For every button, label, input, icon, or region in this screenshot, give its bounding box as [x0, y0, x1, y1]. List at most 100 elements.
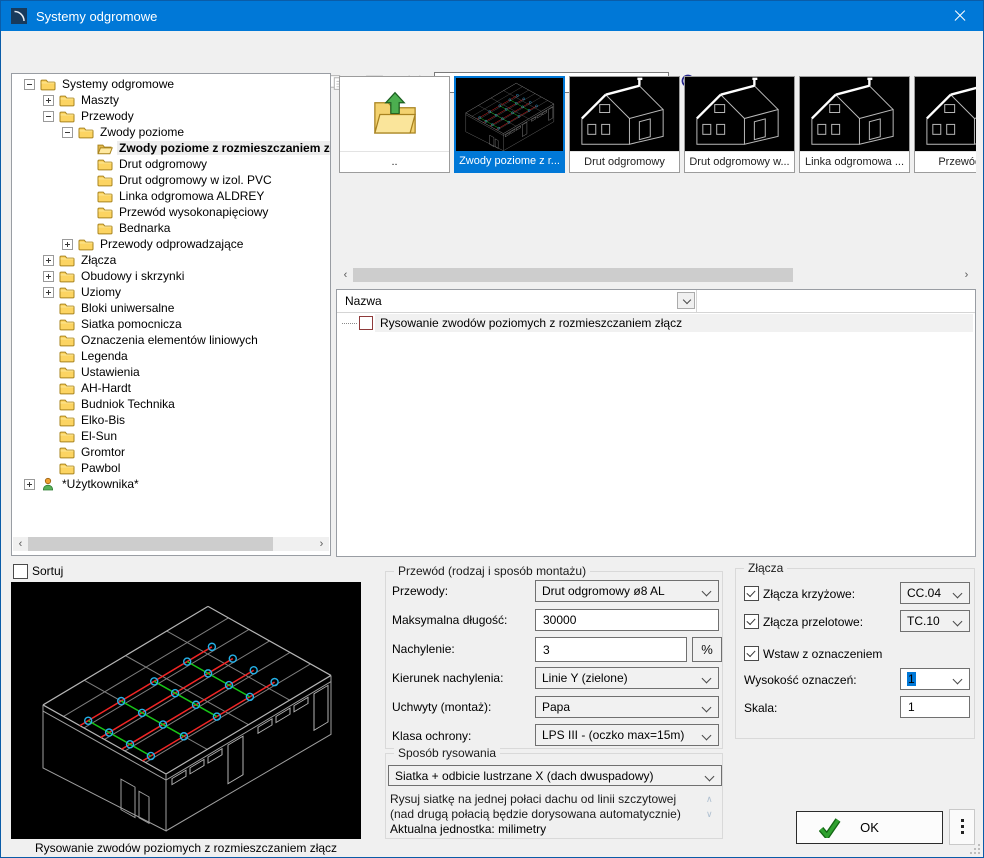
- list-header[interactable]: Nazwa: [337, 290, 975, 313]
- thumbnail-drut-odgromowy[interactable]: Drut odgromowy: [569, 76, 680, 173]
- group-przewod-title: Przewód (rodzaj i sposób montażu): [394, 564, 590, 578]
- tree-item-budniok-technika[interactable]: Budniok Technika: [12, 396, 330, 412]
- zlacza-krzyzowe-label: Złącza krzyżowe:: [763, 587, 855, 601]
- sposob-rysowania-select[interactable]: Siatka + odbicie lustrzane X (dach dwusp…: [388, 765, 722, 786]
- scroll-right-icon[interactable]: ›: [314, 537, 329, 551]
- skala-field[interactable]: [906, 699, 971, 715]
- dlugosc-field[interactable]: [541, 612, 709, 628]
- thumbnail-zwody-poziome[interactable]: Zwody poziome z r...: [454, 76, 565, 173]
- expand-icon[interactable]: [43, 271, 54, 282]
- scroll-left-icon[interactable]: ‹: [13, 537, 28, 551]
- folder-icon: [97, 189, 113, 203]
- percent-button[interactable]: %: [692, 637, 722, 662]
- scroll-right-icon[interactable]: ›: [959, 268, 974, 282]
- drawing-description: Rysuj siatkę na jednej połaci dachu od l…: [390, 792, 698, 822]
- expand-icon[interactable]: [43, 287, 54, 298]
- tree-item-zwody-poziome[interactable]: Zwody poziome: [12, 124, 330, 140]
- tree-item-systemy-odgromowe[interactable]: Systemy odgromowe: [12, 76, 330, 92]
- expand-icon[interactable]: [43, 255, 54, 266]
- expand-icon[interactable]: [43, 95, 54, 106]
- group-rysowanie-title: Sposób rysowania: [394, 746, 500, 760]
- tree-horizontal-scrollbar[interactable]: ‹ ›: [13, 537, 329, 551]
- tree-item-zwody-poziome-z-rozmieszczaniem[interactable]: Zwody poziome z rozmieszczaniem złącz: [12, 140, 330, 156]
- more-options-button[interactable]: [949, 809, 975, 845]
- folder-icon: [59, 349, 75, 363]
- sort-checkbox[interactable]: [13, 564, 28, 579]
- scrollbar-thumb[interactable]: [28, 537, 273, 551]
- tree-item-obudowy[interactable]: Obudowy i skrzynki: [12, 268, 330, 284]
- tree-item-uziomy[interactable]: Uziomy: [12, 284, 330, 300]
- folder-icon: [59, 445, 75, 459]
- collapse-icon[interactable]: [62, 127, 73, 138]
- list-row[interactable]: Rysowanie zwodów poziomych z rozmieszcza…: [337, 314, 975, 332]
- thumbnail-linka-odgromowa[interactable]: Linka odgromowa ...: [799, 76, 910, 173]
- expand-icon[interactable]: [24, 479, 35, 490]
- klasa-select[interactable]: LPS III - (oczko max=15m): [535, 724, 719, 746]
- chevron-down-icon: [953, 675, 963, 685]
- category-tree: Systemy odgromowe Maszty Przewody Zwody …: [11, 73, 331, 556]
- folder-icon: [59, 269, 75, 283]
- thumbnail-drut-odgromowy-pvc[interactable]: Drut odgromowy w...: [684, 76, 795, 173]
- column-filter-button[interactable]: [677, 292, 695, 309]
- wysokosc-oznaczen-combo[interactable]: 1: [900, 668, 970, 690]
- column-header-nazwa[interactable]: Nazwa: [345, 294, 382, 308]
- thumbnail-folder-up[interactable]: ..: [339, 76, 450, 173]
- ok-button[interactable]: OK: [796, 811, 943, 844]
- folder-icon: [59, 317, 75, 331]
- scroll-up-icon[interactable]: ∧: [706, 794, 713, 805]
- uchwyty-select[interactable]: Papa: [535, 696, 719, 718]
- skala-input[interactable]: [900, 696, 970, 718]
- scrollbar-thumb[interactable]: [353, 268, 793, 282]
- tree-item-siatka-pomocnicza[interactable]: Siatka pomocnicza: [12, 316, 330, 332]
- tree-item-drut-odgromowy[interactable]: Drut odgromowy: [12, 156, 330, 172]
- house-thumbnail: [915, 77, 976, 152]
- tree-item-elko-bis[interactable]: Elko-Bis: [12, 412, 330, 428]
- kierunek-label: Kierunek nachylenia:: [392, 671, 503, 685]
- tree-item-przewod-wysokonapieciowy[interactable]: Przewód wysokonapięciowy: [12, 204, 330, 220]
- thumbnail-przewod[interactable]: Przewód w...: [914, 76, 976, 173]
- tree-item-zlacza[interactable]: Złącza: [12, 252, 330, 268]
- tree-item-uzytkownika[interactable]: *Użytkownika*: [12, 476, 330, 492]
- tree-item-gromtor[interactable]: Gromtor: [12, 444, 330, 460]
- tree-item-el-sun[interactable]: El-Sun: [12, 428, 330, 444]
- dlugosc-input[interactable]: [535, 609, 719, 631]
- folder-icon: [78, 237, 94, 251]
- gallery-horizontal-scrollbar[interactable]: ‹ ›: [338, 268, 974, 282]
- zlacza-przelotowe-checkbox[interactable]: [744, 614, 759, 629]
- resize-grip[interactable]: [970, 844, 980, 854]
- tree-item-oznaczenia[interactable]: Oznaczenia elementów liniowych: [12, 332, 330, 348]
- tree-item-maszty[interactable]: Maszty: [12, 92, 330, 108]
- collapse-icon[interactable]: [24, 79, 35, 90]
- expand-icon[interactable]: [62, 239, 73, 250]
- tree-item-bloki-uniwersalne[interactable]: Bloki uniwersalne: [12, 300, 330, 316]
- nachylenie-input[interactable]: [535, 637, 687, 662]
- window-title: Systemy odgromowe: [36, 9, 157, 24]
- folder-icon: [59, 301, 75, 315]
- house-thumbnail: [685, 77, 794, 152]
- tree-item-bednarka[interactable]: Bednarka: [12, 220, 330, 236]
- folder-icon: [59, 381, 75, 395]
- tree-item-drut-odgromowy-pvc[interactable]: Drut odgromowy w izol. PVC: [12, 172, 330, 188]
- tree-item-pawbol[interactable]: Pawbol: [12, 460, 330, 476]
- block-icon[interactable]: [359, 316, 373, 330]
- folder-icon: [59, 397, 75, 411]
- przewody-select[interactable]: Drut odgromowy ø8 AL: [535, 580, 719, 602]
- title-bar[interactable]: Systemy odgromowe: [1, 1, 983, 31]
- tree-item-ah-hardt[interactable]: AH-Hardt: [12, 380, 330, 396]
- zlacza-krzyzowe-select[interactable]: CC.04: [900, 582, 970, 604]
- zlacza-przelotowe-select[interactable]: TC.10: [900, 610, 970, 632]
- tree-item-linka-odgromowa[interactable]: Linka odgromowa ALDREY: [12, 188, 330, 204]
- scroll-down-icon[interactable]: ∨: [706, 809, 713, 820]
- tree-item-ustawienia[interactable]: Ustawienia: [12, 364, 330, 380]
- wstaw-z-oznaczeniem-checkbox[interactable]: [744, 646, 759, 661]
- thumbnail-gallery: .. Zwody poziome z r... Drut odgromowy D…: [336, 73, 976, 285]
- tree-item-legenda[interactable]: Legenda: [12, 348, 330, 364]
- tree-item-przewody-odprowadzajace[interactable]: Przewody odprowadzające: [12, 236, 330, 252]
- close-button[interactable]: [937, 1, 983, 31]
- scroll-left-icon[interactable]: ‹: [338, 268, 353, 282]
- kierunek-select[interactable]: Linie Y (zielone): [535, 667, 719, 689]
- zlacza-krzyzowe-checkbox[interactable]: [744, 586, 759, 601]
- collapse-icon[interactable]: [43, 111, 54, 122]
- nachylenie-field[interactable]: [541, 642, 680, 658]
- tree-item-przewody[interactable]: Przewody: [12, 108, 330, 124]
